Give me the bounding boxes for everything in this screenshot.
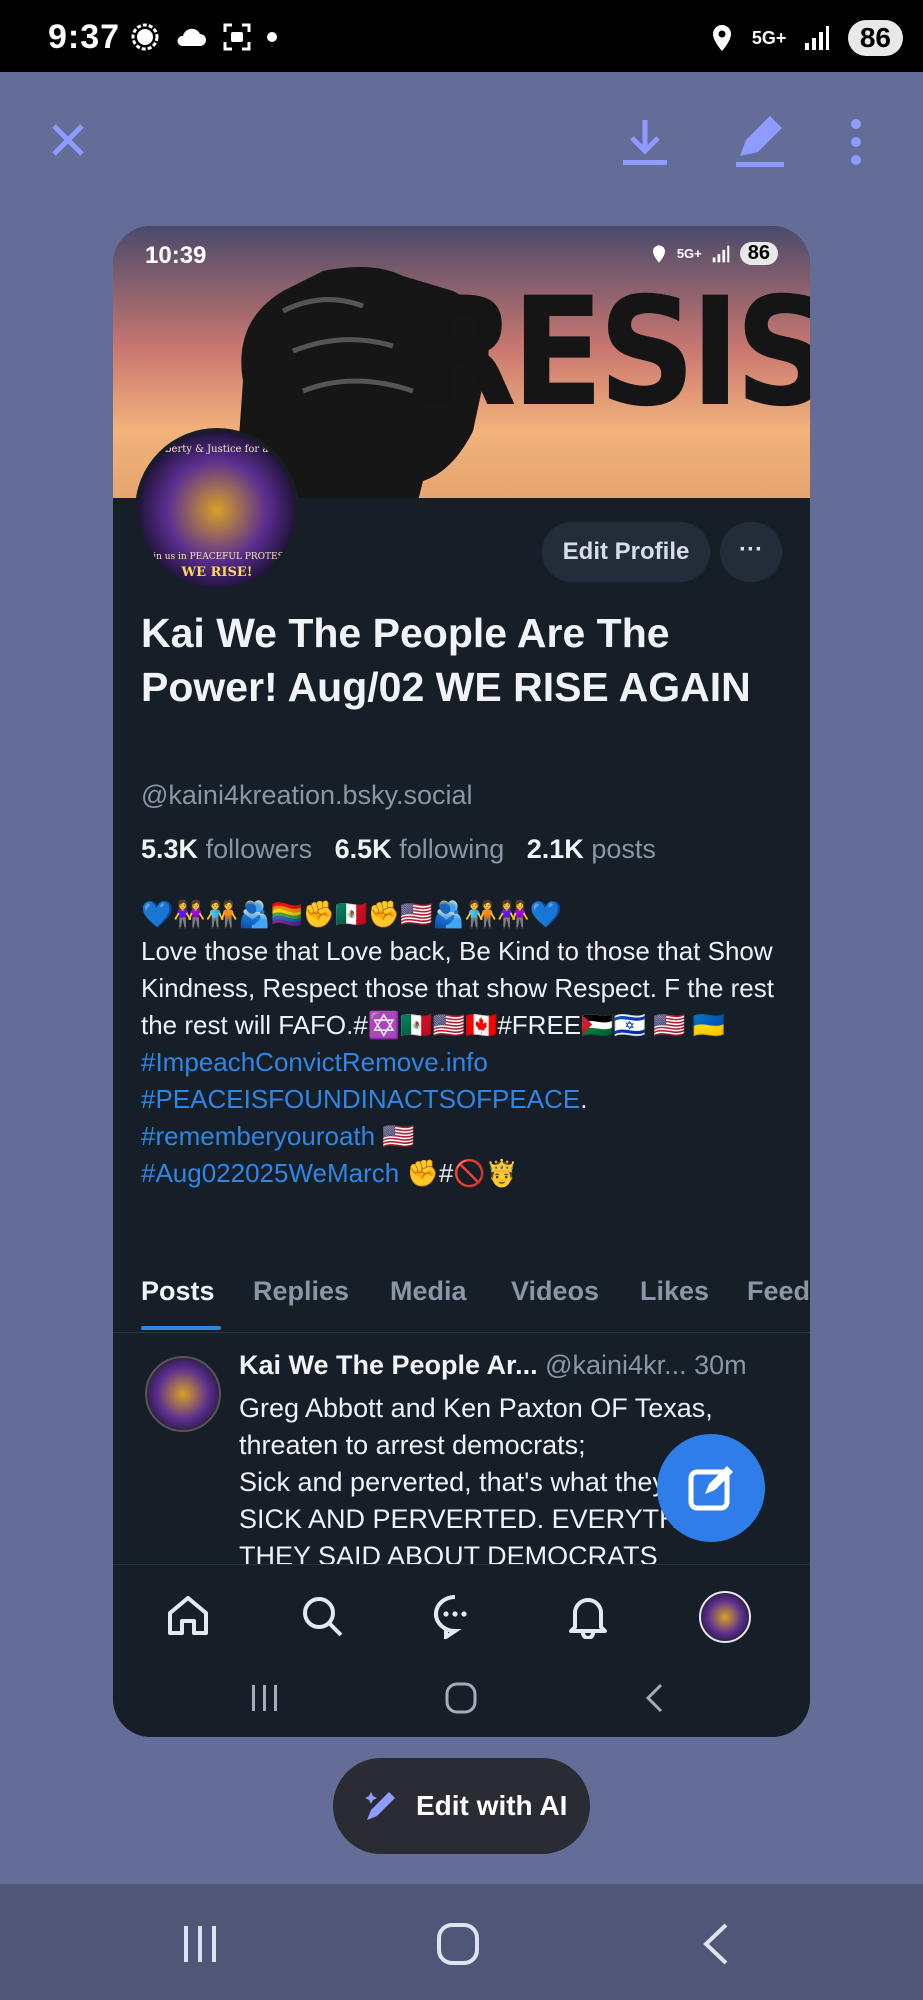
tab-media[interactable]: Media bbox=[390, 1276, 467, 1307]
more-vert-icon[interactable] bbox=[848, 118, 864, 166]
recents-icon[interactable] bbox=[180, 1924, 220, 1964]
profile-tabs: Posts Replies Media Videos Likes Feed bbox=[113, 1266, 810, 1333]
inner-status-time: 10:39 bbox=[145, 242, 207, 269]
profile-avatar[interactable]: Liberty & Justice for all! Join us in PE… bbox=[135, 428, 299, 592]
post-author[interactable]: Kai We The People Ar... bbox=[239, 1350, 538, 1380]
avatar-bottom-text: Join us in PEACEFUL PROTEST bbox=[144, 552, 290, 562]
screenshot-preview: RESIST 10:39 5G+ 86 Liberty & Justice fo… bbox=[113, 226, 810, 1737]
recents-icon[interactable] bbox=[249, 1683, 281, 1713]
compose-icon bbox=[688, 1466, 733, 1511]
tab-likes[interactable]: Likes bbox=[640, 1276, 709, 1307]
signal-messenger-icon bbox=[131, 23, 159, 51]
profile-bio: 💙👭🧑‍🤝‍🧑🫂🏳️‍🌈✊🇲🇽✊🇺🇸🫂🧑‍🤝‍🧑👭💙 Love those th… bbox=[141, 896, 781, 1192]
bio-emoji-line: 💙👭🧑‍🤝‍🧑🫂🏳️‍🌈✊🇲🇽✊🇺🇸🫂🧑‍🤝‍🧑👭💙 bbox=[141, 899, 562, 929]
followers-stat[interactable]: 5.3K followers bbox=[141, 834, 312, 864]
location-icon bbox=[712, 25, 731, 51]
network-5g-icon: 5G+ bbox=[676, 246, 702, 261]
home-icon[interactable] bbox=[165, 1593, 211, 1639]
signal-bars-icon bbox=[804, 26, 829, 50]
bio-text: Love those that Love back, Be Kind to th… bbox=[141, 936, 774, 1040]
search-icon[interactable] bbox=[299, 1593, 345, 1639]
profile-handle: @kaini4kreation.bsky.social bbox=[141, 780, 473, 810]
battery-icon: 86 bbox=[739, 242, 778, 265]
profile-avatar-tab[interactable] bbox=[699, 1591, 751, 1643]
home-icon[interactable] bbox=[436, 1922, 480, 1966]
home-circle-icon[interactable] bbox=[444, 1681, 478, 1715]
close-icon[interactable] bbox=[48, 120, 88, 160]
edit-profile-button[interactable]: Edit Profile bbox=[542, 522, 710, 582]
bottom-navigation bbox=[113, 1564, 810, 1737]
status-bar: 9:37 5G+ 86 bbox=[0, 0, 923, 72]
status-time: 9:37 bbox=[48, 18, 121, 56]
bio-link-oath[interactable]: #rememberyouroath bbox=[141, 1121, 375, 1151]
chat-icon[interactable] bbox=[432, 1593, 478, 1639]
location-icon bbox=[652, 244, 665, 263]
back-icon[interactable] bbox=[700, 1922, 730, 1966]
battery-icon: 86 bbox=[847, 20, 903, 56]
post-time: 30m bbox=[694, 1350, 747, 1380]
more-options-button[interactable]: ··· bbox=[720, 522, 782, 582]
dot-icon bbox=[267, 32, 277, 42]
system-navigation-bar bbox=[0, 1884, 923, 2000]
edit-with-ai-button[interactable]: Edit with AI bbox=[333, 1758, 590, 1854]
bio-link-peace[interactable]: #PEACEISFOUNDINACTSOFPEACE bbox=[141, 1084, 580, 1114]
bio-link-impeach[interactable]: #ImpeachConvictRemove.info bbox=[141, 1047, 488, 1077]
back-icon[interactable] bbox=[643, 1683, 665, 1713]
tab-replies[interactable]: Replies bbox=[253, 1276, 349, 1307]
network-5g-icon: 5G+ bbox=[751, 28, 787, 48]
ai-magic-pen-icon bbox=[365, 1792, 395, 1820]
avatar-logo-text: WE RISE! bbox=[181, 565, 253, 580]
post-handle: @kaini4kr... bbox=[545, 1350, 687, 1380]
banner-resist-text: RESIST bbox=[413, 266, 810, 440]
avatar-top-text: Liberty & Justice for all! bbox=[155, 444, 279, 455]
tab-posts[interactable]: Posts bbox=[141, 1276, 215, 1307]
edit-pen-icon[interactable] bbox=[734, 116, 786, 168]
screenshot-icon bbox=[223, 23, 251, 51]
display-name: Kai We The People Are The Power! Aug/02 … bbox=[141, 610, 751, 710]
active-tab-indicator bbox=[141, 1326, 221, 1330]
compose-button[interactable] bbox=[657, 1434, 765, 1542]
signal-bars-icon bbox=[712, 245, 730, 262]
edit-with-ai-label: Edit with AI bbox=[416, 1790, 568, 1821]
bell-icon[interactable] bbox=[565, 1593, 611, 1639]
posts-stat: 2.1K posts bbox=[526, 834, 656, 864]
tab-videos[interactable]: Videos bbox=[511, 1276, 599, 1307]
download-icon[interactable] bbox=[620, 116, 670, 168]
tab-feeds[interactable]: Feed bbox=[747, 1276, 810, 1307]
profile-stats: 5.3K followers 6.5K following 2.1K posts bbox=[141, 834, 656, 865]
following-stat[interactable]: 6.5K following bbox=[335, 834, 505, 864]
post-avatar[interactable] bbox=[145, 1356, 221, 1432]
cloud-icon bbox=[177, 28, 206, 46]
bio-link-aug02[interactable]: #Aug022025WeMarch bbox=[141, 1158, 399, 1188]
